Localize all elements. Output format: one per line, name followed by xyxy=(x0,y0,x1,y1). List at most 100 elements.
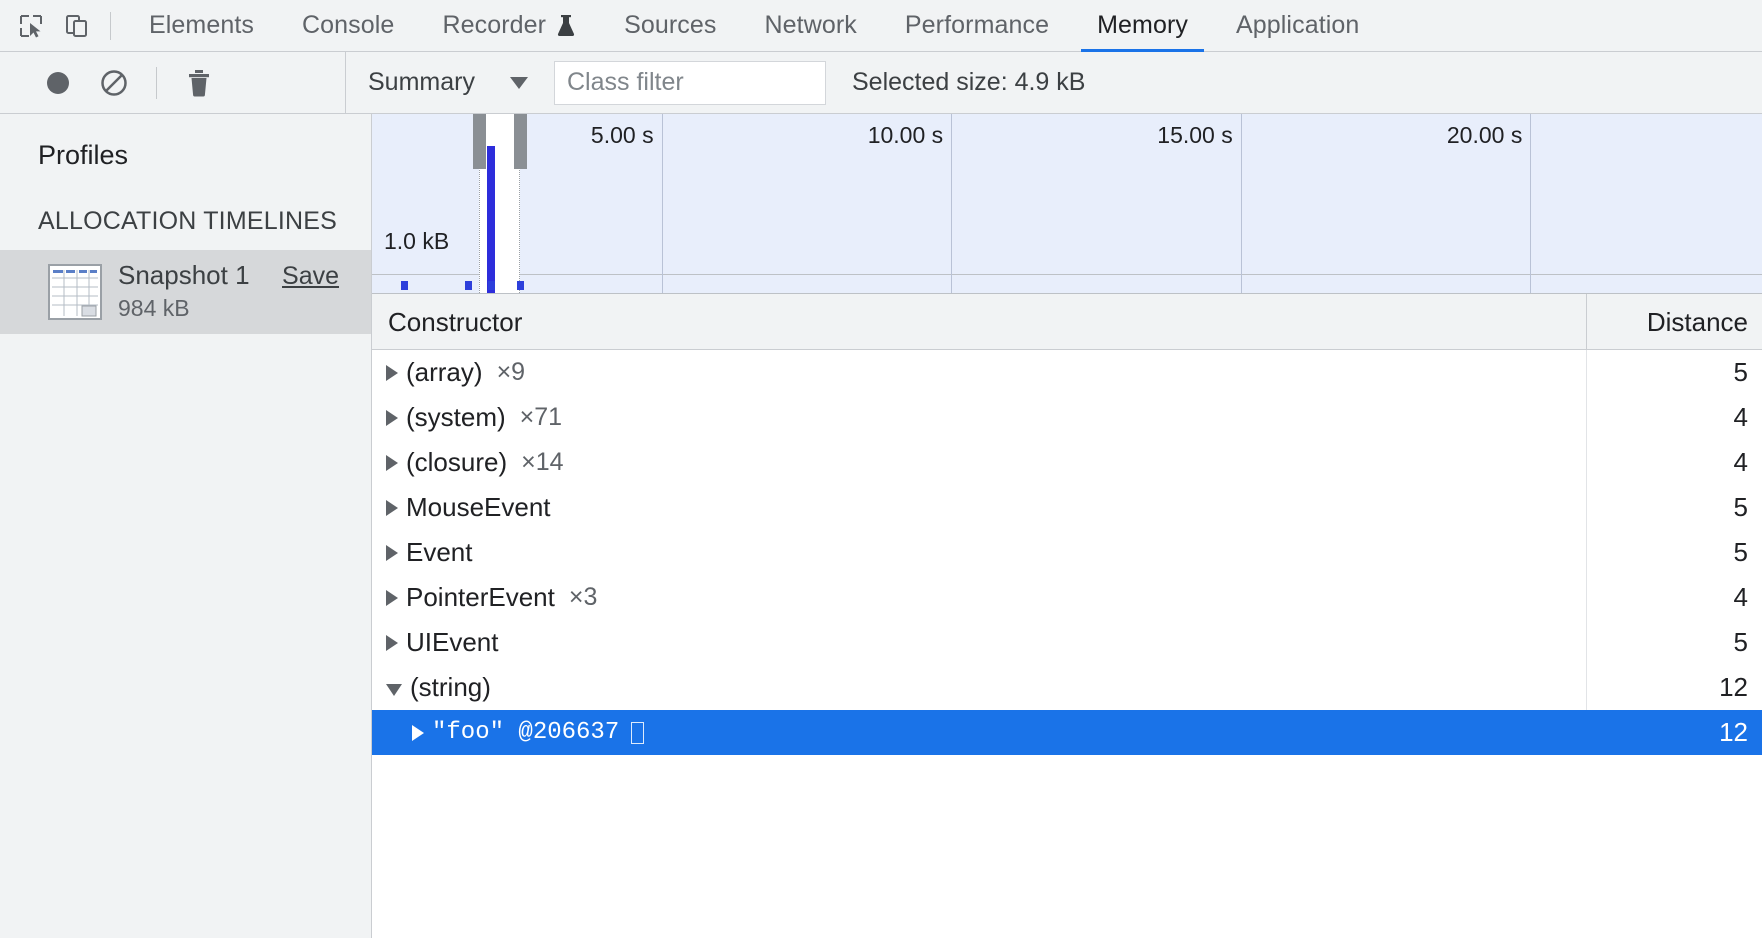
grid-rows: (array)×95(system)×714(closure)×144Mouse… xyxy=(372,350,1762,938)
chevron-right-icon[interactable] xyxy=(386,590,398,606)
cell-constructor: (array) ×9 xyxy=(372,350,1587,395)
overview-gridline xyxy=(951,114,952,293)
overview-x-tick-label: 10.00 s xyxy=(868,122,951,149)
sidebar-item-label: Snapshot 1 xyxy=(118,260,250,291)
overview-gridline xyxy=(1530,114,1531,293)
tab-sources[interactable]: Sources xyxy=(600,0,740,52)
cell-constructor: (system)×71 xyxy=(372,395,1587,440)
tab-label: Performance xyxy=(905,11,1049,40)
constructor-name: Event xyxy=(406,537,473,568)
tab-network[interactable]: Network xyxy=(741,0,881,52)
overview-allocation-bar xyxy=(487,146,495,293)
table-row[interactable]: UIEvent 5 xyxy=(372,620,1762,665)
constructor-count: ×14 xyxy=(521,448,563,477)
constructor-name: "foo" @206637 xyxy=(432,719,619,746)
column-header-constructor[interactable]: Constructor xyxy=(372,294,1587,350)
device-toolbar-icon[interactable] xyxy=(54,4,100,48)
record-circle-icon[interactable] xyxy=(30,59,86,107)
cell-distance: 12 xyxy=(1587,665,1762,710)
memory-toolbar: Summary Selected size: 4.9 kB xyxy=(0,52,1762,114)
overview-window-handle-left[interactable] xyxy=(473,114,486,169)
chevron-right-icon[interactable] xyxy=(386,455,398,471)
constructor-name: PointerEvent xyxy=(406,582,555,613)
constructor-count: ×3 xyxy=(569,583,598,612)
tab-memory[interactable]: Memory xyxy=(1073,0,1212,52)
column-header-distance[interactable]: Distance xyxy=(1587,294,1762,350)
cell-constructor: UIEvent xyxy=(372,620,1587,665)
tab-elements[interactable]: Elements xyxy=(125,0,278,52)
table-row[interactable]: (array) ×9 5 xyxy=(372,350,1762,395)
tab-label: Memory xyxy=(1097,11,1188,40)
devtools-window: Elements Console Recorder Sources Networ… xyxy=(0,0,1762,938)
chevron-right-icon[interactable] xyxy=(386,545,398,561)
tab-label: Console xyxy=(302,11,394,40)
sidebar-item-texts: Snapshot 1 Save 984 kB xyxy=(118,260,357,322)
cell-distance: 5 xyxy=(1587,350,1762,395)
table-row[interactable]: (closure) ×14 4 xyxy=(372,440,1762,485)
overview-y-label: 1.0 kB xyxy=(384,228,449,255)
chevron-right-icon[interactable] xyxy=(386,635,398,651)
cell-constructor: (string) xyxy=(372,665,1587,710)
chevron-right-icon[interactable] xyxy=(386,500,398,516)
cell-distance: 4 xyxy=(1587,440,1762,485)
overview-live-marker xyxy=(465,281,472,290)
cell-constructor: MouseEvent xyxy=(372,485,1587,530)
constructor-name: UIEvent xyxy=(406,627,499,658)
overview-gridline xyxy=(662,114,663,293)
table-row[interactable]: (system)×714 xyxy=(372,395,1762,440)
grid-header-row: Constructor Distance xyxy=(372,294,1762,350)
chevron-down-icon[interactable] xyxy=(386,684,402,696)
memory-body: Profiles ALLOCATION TIMELINES xyxy=(0,114,1762,938)
table-row[interactable]: PointerEvent×34 xyxy=(372,575,1762,620)
inspect-cursor-icon[interactable] xyxy=(8,4,54,48)
cell-distance: 5 xyxy=(1587,620,1762,665)
cell-constructor: Event xyxy=(372,530,1587,575)
tab-application[interactable]: Application xyxy=(1212,0,1383,52)
save-snapshot-link[interactable]: Save xyxy=(282,262,339,291)
cell-constructor: "foo" @206637 xyxy=(372,710,1587,755)
table-row[interactable]: MouseEvent 5 xyxy=(372,485,1762,530)
sidebar-item-size: 984 kB xyxy=(118,295,357,322)
overview-x-tick-label: 5.00 s xyxy=(591,122,662,149)
constructor-name: (array) xyxy=(406,357,483,388)
sidebar-item-snapshot-1[interactable]: Snapshot 1 Save 984 kB xyxy=(0,250,371,334)
overview-live-marker xyxy=(517,281,524,290)
cell-distance: 12 xyxy=(1587,710,1762,755)
chevron-right-icon[interactable] xyxy=(386,410,398,426)
cell-distance: 5 xyxy=(1587,485,1762,530)
selected-size-label: Selected size: 4.9 kB xyxy=(852,68,1085,97)
trash-icon[interactable] xyxy=(171,59,227,107)
flask-icon xyxy=(556,14,576,38)
chevron-right-icon[interactable] xyxy=(386,365,398,381)
tabbar-divider xyxy=(110,12,111,40)
overview-baseline-divider xyxy=(372,274,1762,275)
table-row[interactable]: Event 5 xyxy=(372,530,1762,575)
cell-constructor: (closure) ×14 xyxy=(372,440,1587,485)
chevron-right-icon[interactable] xyxy=(412,725,424,741)
view-select[interactable]: Summary xyxy=(346,52,546,114)
no-entry-icon[interactable] xyxy=(86,59,142,107)
tab-console[interactable]: Console xyxy=(278,0,418,52)
profiles-sidebar: Profiles ALLOCATION TIMELINES xyxy=(0,114,372,938)
sidebar-title: Profiles xyxy=(0,114,371,171)
allocation-timeline-overview[interactable]: 1.0 kB 5.00 s10.00 s15.00 s20.00 s xyxy=(372,114,1762,294)
overview-window-handle-right[interactable] xyxy=(514,114,527,169)
constructor-name: MouseEvent xyxy=(406,492,551,523)
cell-constructor: PointerEvent ×3 xyxy=(372,575,1587,620)
constructor-count: ×9 xyxy=(497,358,526,387)
overview-gridline xyxy=(1241,114,1242,293)
table-row[interactable]: (string)12 xyxy=(372,665,1762,710)
tab-recorder[interactable]: Recorder xyxy=(418,0,600,52)
class-filter-input[interactable] xyxy=(554,61,826,105)
memory-main-pane: 1.0 kB 5.00 s10.00 s15.00 s20.00 s Const… xyxy=(372,114,1762,938)
tab-label: Elements xyxy=(149,11,254,40)
cell-distance: 5 xyxy=(1587,530,1762,575)
tab-performance[interactable]: Performance xyxy=(881,0,1073,52)
tab-label: Application xyxy=(1236,11,1359,40)
view-select-label: Summary xyxy=(368,68,475,97)
table-row[interactable]: "foo" @206637 12 xyxy=(372,710,1762,755)
overview-x-tick-label: 15.00 s xyxy=(1157,122,1240,149)
tab-label: Sources xyxy=(624,11,716,40)
devtools-tabbar: Elements Console Recorder Sources Networ… xyxy=(0,0,1762,52)
constructor-name: (closure) xyxy=(406,447,507,478)
